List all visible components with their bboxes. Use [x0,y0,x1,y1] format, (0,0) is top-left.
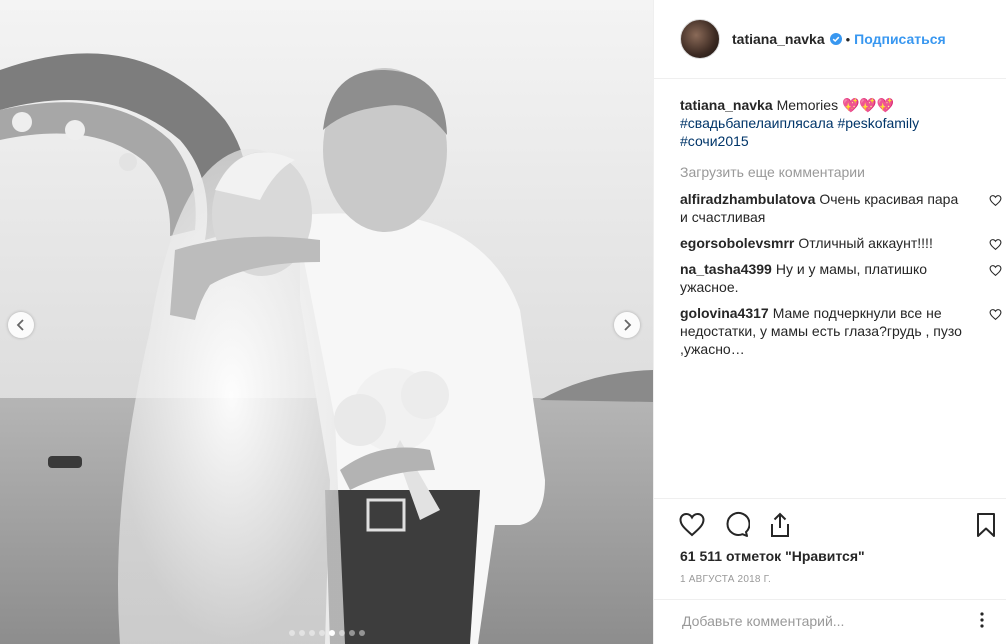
comment-item: egorsobolevsmrr Отличный аккаунт!!!! [680,234,1002,252]
carousel-dot [318,630,325,636]
share-icon[interactable] [766,511,794,539]
carousel-dot [338,630,345,636]
comment-username[interactable]: egorsobolevsmrr [680,235,794,251]
verified-icon [829,33,842,45]
comment-item: na_tasha4399 Ну и у мамы, платишко ужасно… [680,260,1002,296]
chevron-right-icon [624,319,632,331]
carousel-dot [358,630,365,636]
caption-username[interactable]: tatiana_navka [680,97,773,113]
more-icon[interactable] [975,611,989,629]
avatar[interactable] [680,19,720,59]
post-header: tatiana_navka • Подписаться [654,0,1006,79]
separator: • [845,31,851,47]
load-more-comments-button[interactable]: Загрузить еще комментарии [680,163,990,181]
hashtag-link[interactable]: #peskofamily [837,114,919,132]
carousel-dot [288,630,295,636]
post-photo[interactable] [0,0,653,644]
carousel-dot [308,630,315,636]
post-side-panel: tatiana_navka • Подписаться tatiana_navk… [653,0,1006,644]
comment-icon[interactable] [722,511,750,539]
carousel-dot [348,630,355,636]
caption: tatiana_navka Memories 💖💖💖 #свадьбапелаип… [680,96,990,150]
post-date[interactable]: 1 АВГУСТА 2018 Г. [680,574,771,585]
comment-text: Отличный аккаунт!!!! [798,235,933,251]
likes-count[interactable]: 61 511 отметок "Нравится" [680,548,865,564]
heart-icon[interactable] [678,511,706,539]
hashtag-link[interactable]: #сочи2015 [680,132,749,150]
bookmark-icon[interactable] [972,511,1000,539]
heart-icon[interactable] [989,264,1002,277]
header-username[interactable]: tatiana_navka [732,31,825,47]
comment-username[interactable]: alfiradzhambulatova [680,191,815,207]
carousel-prev-button[interactable] [8,312,34,338]
hashtag-link[interactable]: #свадьбапелаиплясала [680,114,834,132]
comments-list: tatiana_navka Memories 💖💖💖 #свадьбапелаип… [680,96,1002,366]
heart-icon[interactable] [989,194,1002,207]
carousel-dot [328,630,335,636]
comment-input[interactable] [680,612,974,630]
comment-item: golovina4317 Маме подчеркнули все не недо… [680,304,1002,358]
comment-box [654,599,1006,644]
comment-username[interactable]: na_tasha4399 [680,261,772,277]
action-bar [654,498,1006,550]
follow-button[interactable]: Подписаться [854,31,946,47]
wedding-photo [0,0,653,644]
chevron-left-icon [16,319,24,331]
heart-icon[interactable] [989,308,1002,321]
comment-item: alfiradzhambulatova Очень красивая пара и… [680,190,1002,226]
heart-icon[interactable] [989,238,1002,251]
carousel-next-button[interactable] [614,312,640,338]
carousel-dots [0,630,653,636]
comment-username[interactable]: golovina4317 [680,305,769,321]
caption-text: Memories 💖💖💖 [776,97,895,113]
carousel-dot [298,630,305,636]
